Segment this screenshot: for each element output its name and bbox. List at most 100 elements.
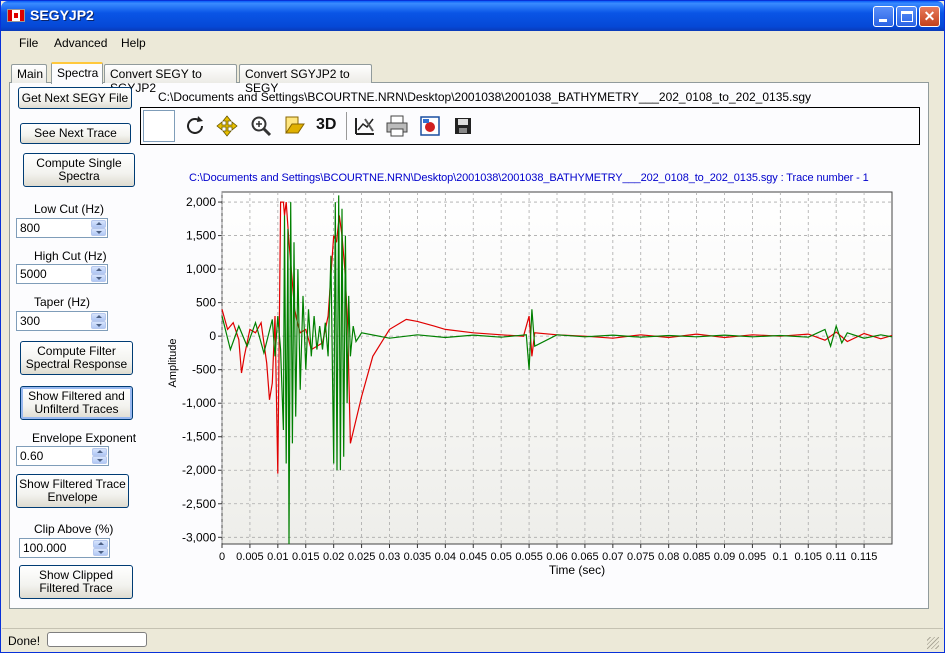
high-cut-label: High Cut (Hz) xyxy=(34,249,107,263)
file-path-label: C:\Documents and Settings\BCOURTNE.NRN\D… xyxy=(158,90,812,104)
compute-single-spectra-button[interactable]: Compute Single Spectra xyxy=(23,153,135,187)
x-tick-label: 0.045 xyxy=(459,551,487,563)
open-icon[interactable] xyxy=(282,114,306,138)
envelope-exponent-label: Envelope Exponent xyxy=(32,431,137,445)
toolbar-blank-box[interactable] xyxy=(143,110,175,142)
minimize-button[interactable] xyxy=(873,6,894,27)
x-tick-label: 0.015 xyxy=(292,551,320,563)
x-tick-label: 0.055 xyxy=(515,551,543,563)
y-tick-label: 500 xyxy=(196,296,216,310)
y-tick-label: -1,500 xyxy=(182,430,216,444)
maximize-icon xyxy=(901,11,913,22)
print-icon[interactable] xyxy=(385,114,409,138)
envelope-exponent-input[interactable]: 0.60 xyxy=(16,446,109,466)
show-filtered-unfiltered-button[interactable]: Show Filtered and Unfilterd Traces xyxy=(20,386,133,420)
y-axis-label: Amplitude xyxy=(167,339,179,388)
menu-bar: File Advanced Help xyxy=(2,31,943,55)
spin-up-icon[interactable] xyxy=(91,220,106,228)
y-tick-label: -500 xyxy=(192,363,216,377)
x-tick-label: 0.04 xyxy=(435,551,456,563)
spin-down-icon[interactable] xyxy=(92,456,107,464)
low-cut-input[interactable]: 800 xyxy=(16,218,108,238)
close-button[interactable]: ✕ xyxy=(919,6,940,27)
menu-advanced[interactable]: Advanced xyxy=(54,36,107,50)
x-tick-label: 0.06 xyxy=(546,551,567,563)
x-tick-label: 0.11 xyxy=(826,551,847,563)
show-clipped-button[interactable]: Show Clipped Filtered Trace xyxy=(19,565,133,599)
clip-above-label: Clip Above (%) xyxy=(34,522,114,536)
y-tick-label: 2,000 xyxy=(186,195,216,209)
save-icon[interactable] xyxy=(451,114,475,138)
menu-help[interactable]: Help xyxy=(121,36,146,50)
y-tick-label: -1,000 xyxy=(182,396,216,410)
resize-grip-icon[interactable] xyxy=(927,637,939,649)
x-tick-label: 0.01 xyxy=(267,551,288,563)
spin-down-icon[interactable] xyxy=(93,548,108,556)
minimize-icon xyxy=(879,19,887,22)
x-tick-label: 0.065 xyxy=(571,551,599,563)
x-tick-label: 0.02 xyxy=(323,551,344,563)
x-tick-label: 0.08 xyxy=(658,551,679,563)
trace-chart[interactable]: 2,000 1,500 1,000 500 0 -500 -1,000 -1,500 -2,00… xyxy=(161,186,906,586)
pan-icon[interactable] xyxy=(215,114,239,138)
refresh-icon[interactable] xyxy=(183,114,207,138)
show-envelope-button[interactable]: Show Filtered Trace Envelope xyxy=(16,474,129,508)
high-cut-input[interactable]: 5000 xyxy=(16,264,108,284)
x-tick-label: 0.025 xyxy=(348,551,376,563)
spin-up-icon[interactable] xyxy=(91,313,106,321)
x-tick-label: 0.03 xyxy=(379,551,400,563)
toolbar-separator xyxy=(346,112,347,140)
spin-up-icon[interactable] xyxy=(92,448,107,456)
see-next-trace-button[interactable]: See Next Trace xyxy=(20,123,131,144)
chart-toolbar: 3D xyxy=(140,107,920,145)
spin-down-icon[interactable] xyxy=(91,228,106,236)
spin-up-icon[interactable] xyxy=(91,266,106,274)
tab-spectra[interactable]: Spectra xyxy=(51,62,103,84)
x-tick-label: 0.075 xyxy=(627,551,655,563)
clip-above-input[interactable]: 100.000 xyxy=(19,538,110,558)
x-tick-label: 0.07 xyxy=(602,551,623,563)
tab-main[interactable]: Main xyxy=(11,64,47,83)
tab-convert-segy-to-sgyjp2[interactable]: Convert SEGY to SGYJP2 xyxy=(104,64,237,95)
y-tick-label: 0 xyxy=(209,329,216,343)
maximize-button[interactable] xyxy=(896,6,917,27)
y-tick-label: -2,000 xyxy=(182,463,216,477)
y-tick-label: -2,500 xyxy=(182,497,216,511)
y-tick-label: 1,500 xyxy=(186,229,216,243)
compute-filter-response-button[interactable]: Compute Filter Spectral Response xyxy=(20,341,133,375)
taper-input[interactable]: 300 xyxy=(16,311,108,331)
x-tick-label: 0.035 xyxy=(404,551,432,563)
x-tick-label: 0.09 xyxy=(714,551,735,563)
progress-bar xyxy=(47,632,147,647)
x-tick-label: 0.115 xyxy=(851,551,878,563)
menu-file[interactable]: File xyxy=(19,36,38,50)
tab-convert-sgyjp2-to-segy[interactable]: Convert SGYJP2 to SEGY xyxy=(239,64,372,95)
close-icon: ✕ xyxy=(923,8,936,24)
x-axis-label: Time (sec) xyxy=(549,563,605,577)
y-tick-label: -3,000 xyxy=(182,530,216,544)
edit-chart-icon[interactable] xyxy=(353,114,377,138)
taper-label: Taper (Hz) xyxy=(34,295,91,309)
app-window: SEGYJP2 ✕ File Advanced Help Main Spectr… xyxy=(0,0,945,653)
status-bar: Done! xyxy=(2,628,943,652)
x-tick-label: 0.1 xyxy=(773,551,788,563)
title-bar[interactable]: SEGYJP2 ✕ xyxy=(1,1,944,31)
x-tick-label: 0.05 xyxy=(490,551,511,563)
zoom-icon[interactable] xyxy=(249,114,273,138)
spin-up-icon[interactable] xyxy=(93,540,108,548)
x-tick-label: 0.095 xyxy=(739,551,767,563)
3d-icon[interactable]: 3D xyxy=(316,116,336,134)
x-tick-label: 0.085 xyxy=(683,551,711,563)
x-tick-label: 0 xyxy=(219,551,225,563)
y-tick-label: 1,000 xyxy=(186,262,216,276)
spin-down-icon[interactable] xyxy=(91,274,106,282)
low-cut-label: Low Cut (Hz) xyxy=(34,202,105,216)
spin-down-icon[interactable] xyxy=(91,321,106,329)
x-tick-label: 0.005 xyxy=(236,551,264,563)
window-title: SEGYJP2 xyxy=(30,7,94,23)
x-tick-label: 0.105 xyxy=(794,551,822,563)
get-next-segy-button[interactable]: Get Next SEGY File xyxy=(18,87,132,109)
export-icon[interactable] xyxy=(418,114,442,138)
status-text: Done! xyxy=(8,634,41,648)
canada-flag-icon xyxy=(7,9,25,22)
